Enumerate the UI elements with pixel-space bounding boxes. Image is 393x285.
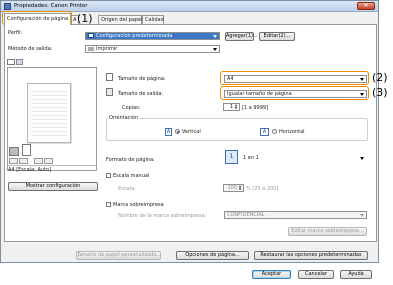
watermark-name-label: Nombre de la marca sobreimpresa: xyxy=(118,213,207,219)
arrow-down-icon[interactable]: ▼ xyxy=(238,188,242,191)
page-options-button[interactable]: Opciones de página... xyxy=(176,251,249,260)
properties-dialog: Propiedades: Canon Printer ✕ Configuraci… xyxy=(0,0,379,279)
restore-defaults-button[interactable]: Restaurar las opciones predeterminadas xyxy=(254,251,368,260)
chevron-down-icon xyxy=(213,48,217,51)
page-layout-icon: 1 xyxy=(225,150,238,164)
scale-range: % [25 a 200] xyxy=(246,186,279,192)
page-icon xyxy=(22,144,31,156)
orientation-label: Orientación xyxy=(108,115,140,121)
scale-value: 100 xyxy=(227,185,237,191)
callout-page-size-highlight xyxy=(220,71,369,85)
copies-range: [1 a 9999] xyxy=(242,105,269,111)
portrait-label[interactable]: Vertical xyxy=(182,129,201,135)
ok-button[interactable]: Aceptar xyxy=(252,270,291,279)
watermark-checkbox[interactable] xyxy=(106,202,111,207)
profile-value: Configuración predeterminada xyxy=(96,33,173,39)
tab-page-setup[interactable]: Configuración de página xyxy=(4,13,71,25)
watermark-label[interactable]: Marca sobreimpresa xyxy=(113,202,164,208)
watermark-name-select[interactable]: CONFIDENCIAL xyxy=(224,211,367,219)
callout-label-1: (1) xyxy=(77,12,93,25)
printer-icon xyxy=(4,3,11,10)
output-size-icon xyxy=(106,88,113,96)
landscape-radio[interactable] xyxy=(272,129,277,134)
chevron-down-icon xyxy=(360,157,364,160)
page-size-icon xyxy=(106,73,113,81)
arrow-down-icon[interactable]: ▼ xyxy=(234,107,238,110)
printer-icon xyxy=(9,147,19,156)
printer-preview-icon xyxy=(16,59,23,65)
output-method-label: Método de salida: xyxy=(8,46,53,52)
booklet-icon xyxy=(44,158,53,164)
printer-icon xyxy=(88,46,94,51)
page-layout-label: Formato de página: xyxy=(106,157,155,163)
copies-stepper[interactable]: 1 ▲ ▼ xyxy=(223,103,240,111)
chevron-down-icon xyxy=(213,35,217,38)
preview-caption: A4 [Escala: Auto] xyxy=(8,165,97,173)
preview-text-lines xyxy=(31,88,67,138)
output-method-value: Imprimir xyxy=(96,46,118,52)
callout-output-size-highlight xyxy=(220,86,369,100)
portrait-radio[interactable] xyxy=(175,129,180,134)
manual-scaling-checkbox[interactable] xyxy=(106,173,111,178)
close-button[interactable]: ✕ xyxy=(357,2,375,10)
cancel-button[interactable]: Cancelar xyxy=(298,270,334,279)
page-layout-select[interactable]: 1 en 1 xyxy=(240,154,367,162)
watermark-name-value: CONFIDENCIAL xyxy=(227,212,265,218)
finishing-icon xyxy=(9,158,18,164)
show-settings-button[interactable]: Mostrar configuración xyxy=(8,182,98,191)
duplex-icon xyxy=(19,158,28,164)
manual-scaling-label[interactable]: Escala manual xyxy=(113,173,149,179)
page-layout-value: 1 en 1 xyxy=(243,155,259,161)
staple-icon xyxy=(34,158,43,164)
preview-sheet xyxy=(27,83,71,143)
callout-label-3: (3) xyxy=(372,86,388,99)
window-title: Propiedades: Canon Printer xyxy=(14,3,88,9)
orientation-group xyxy=(106,118,368,141)
edit-watermark-button[interactable]: Editar marca sobreimpresa... xyxy=(288,227,367,236)
profile-icon xyxy=(88,33,94,38)
chevron-down-icon xyxy=(360,214,364,217)
scale-stepper[interactable]: 100 ▲ ▼ xyxy=(223,184,244,192)
preview-icon xyxy=(7,59,15,65)
output-size-label: Tamaño de salida: xyxy=(118,91,164,97)
page-size-label: Tamaño de página: xyxy=(118,76,166,82)
scale-label: Escala: xyxy=(118,186,136,192)
add-profile-button[interactable]: Agregar(1)... xyxy=(225,32,258,41)
edit-profile-button[interactable]: Editar(2)... xyxy=(259,32,295,41)
landscape-icon: A xyxy=(260,128,269,136)
portrait-icon: A xyxy=(165,128,172,136)
profile-select[interactable]: Configuración predeterminada xyxy=(85,32,220,40)
copies-label: Copias: xyxy=(122,105,141,111)
output-method-select[interactable]: Imprimir xyxy=(85,45,220,53)
help-button[interactable]: Ayuda xyxy=(340,270,372,279)
profile-label: Perfil: xyxy=(8,30,23,36)
callout-label-2: (2) xyxy=(372,71,388,84)
landscape-label[interactable]: Horizontal xyxy=(279,129,305,135)
custom-paper-size-button[interactable]: Tamaño de papel personalizado... xyxy=(76,251,161,260)
copies-value: 1 xyxy=(229,104,233,110)
